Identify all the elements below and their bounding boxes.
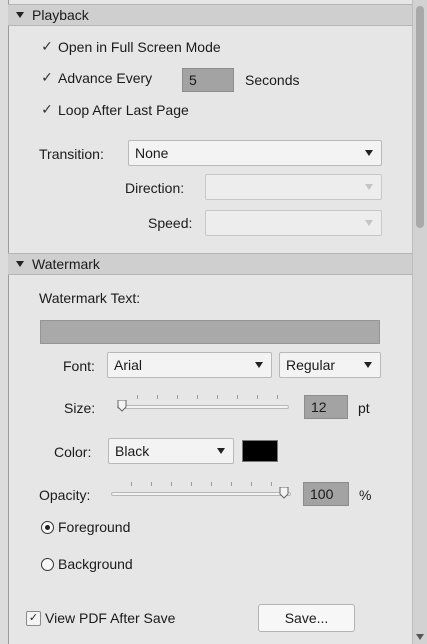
- save-button-label: Save...: [284, 610, 329, 626]
- checkbox-checked-icon[interactable]: ✓: [26, 610, 41, 626]
- foreground-radio[interactable]: [41, 520, 54, 534]
- transition-label: Transition:: [39, 146, 104, 162]
- chevron-down-icon: [255, 362, 263, 368]
- opacity-value: 100: [310, 486, 334, 502]
- size-slider-ticks: [117, 395, 289, 400]
- transition-select[interactable]: None: [128, 140, 382, 166]
- size-label: Size:: [64, 400, 96, 416]
- chevron-down-icon: [365, 150, 373, 156]
- foreground-radio-row[interactable]: Foreground: [41, 519, 130, 535]
- watermark-text-label: Watermark Text:: [39, 290, 141, 306]
- checkmark-icon[interactable]: ✓: [40, 38, 54, 55]
- speed-select[interactable]: [205, 210, 382, 236]
- advance-seconds-value: 5: [189, 72, 197, 88]
- background-radio-row[interactable]: Background: [41, 556, 133, 572]
- opacity-slider-ticks: [111, 482, 291, 487]
- opacity-label: Opacity:: [39, 487, 91, 503]
- scroll-down-arrow-icon[interactable]: [416, 634, 424, 640]
- opacity-unit-label: %: [359, 487, 372, 503]
- color-value: Black: [115, 443, 150, 459]
- chevron-down-icon: [364, 362, 372, 368]
- opacity-slider[interactable]: [111, 482, 291, 502]
- advance-every-row[interactable]: ✓ Advance Every: [40, 69, 152, 86]
- playback-header-label: Playback: [32, 7, 89, 23]
- open-full-screen-row[interactable]: ✓ Open in Full Screen Mode: [40, 38, 221, 55]
- size-slider-track[interactable]: [117, 405, 289, 409]
- open-full-screen-label: Open in Full Screen Mode: [58, 38, 221, 55]
- size-slider-thumb[interactable]: [117, 400, 127, 412]
- view-pdf-after-save-row[interactable]: ✓ View PDF After Save: [26, 610, 175, 626]
- scrollbar-thumb[interactable]: [416, 6, 424, 228]
- advance-seconds-field[interactable]: 5: [182, 68, 234, 92]
- font-value: Arial: [114, 357, 143, 373]
- view-pdf-after-save-label: View PDF After Save: [45, 610, 176, 626]
- direction-select[interactable]: [205, 174, 382, 200]
- font-label: Font:: [63, 358, 95, 374]
- chevron-down-icon: [365, 184, 373, 190]
- watermark-text-field[interactable]: [40, 320, 380, 344]
- save-button[interactable]: Save...: [258, 604, 355, 632]
- radio-selected-dot-icon: [45, 524, 50, 530]
- opacity-field[interactable]: 100: [303, 482, 349, 506]
- transition-value: None: [135, 145, 169, 161]
- opacity-slider-track[interactable]: [111, 492, 291, 496]
- font-style-value: Regular: [286, 357, 336, 373]
- advance-every-label: Advance Every: [58, 69, 153, 86]
- loop-after-last-page-row[interactable]: ✓ Loop After Last Page: [40, 101, 189, 118]
- disclosure-triangle-icon[interactable]: [16, 261, 24, 267]
- disclosure-triangle-icon[interactable]: [16, 12, 24, 18]
- size-value: 12: [311, 399, 327, 415]
- color-label: Color:: [54, 444, 92, 460]
- opacity-slider-thumb[interactable]: [279, 487, 289, 499]
- loop-after-last-page-label: Loop After Last Page: [58, 101, 189, 118]
- size-slider[interactable]: [117, 395, 289, 415]
- checkmark-icon[interactable]: ✓: [40, 69, 54, 86]
- chevron-down-icon: [217, 448, 225, 454]
- seconds-unit-label: Seconds: [245, 72, 300, 88]
- background-radio[interactable]: [41, 557, 54, 571]
- font-style-select[interactable]: Regular: [279, 352, 381, 378]
- speed-label: Speed:: [148, 215, 193, 231]
- direction-label: Direction:: [125, 180, 185, 196]
- background-label: Background: [58, 556, 133, 572]
- font-select[interactable]: Arial: [107, 352, 272, 378]
- color-swatch[interactable]: [242, 440, 278, 462]
- foreground-label: Foreground: [58, 519, 131, 535]
- size-unit-label: pt: [358, 400, 370, 416]
- size-field[interactable]: 12: [304, 395, 348, 419]
- checkmark-icon[interactable]: ✓: [40, 101, 54, 118]
- playback-section-header[interactable]: Playback: [8, 4, 412, 26]
- chevron-down-icon: [365, 220, 373, 226]
- color-select[interactable]: Black: [108, 438, 234, 464]
- watermark-section-header[interactable]: Watermark: [8, 253, 412, 275]
- vertical-scrollbar[interactable]: [412, 0, 427, 644]
- watermark-header-label: Watermark: [32, 256, 100, 272]
